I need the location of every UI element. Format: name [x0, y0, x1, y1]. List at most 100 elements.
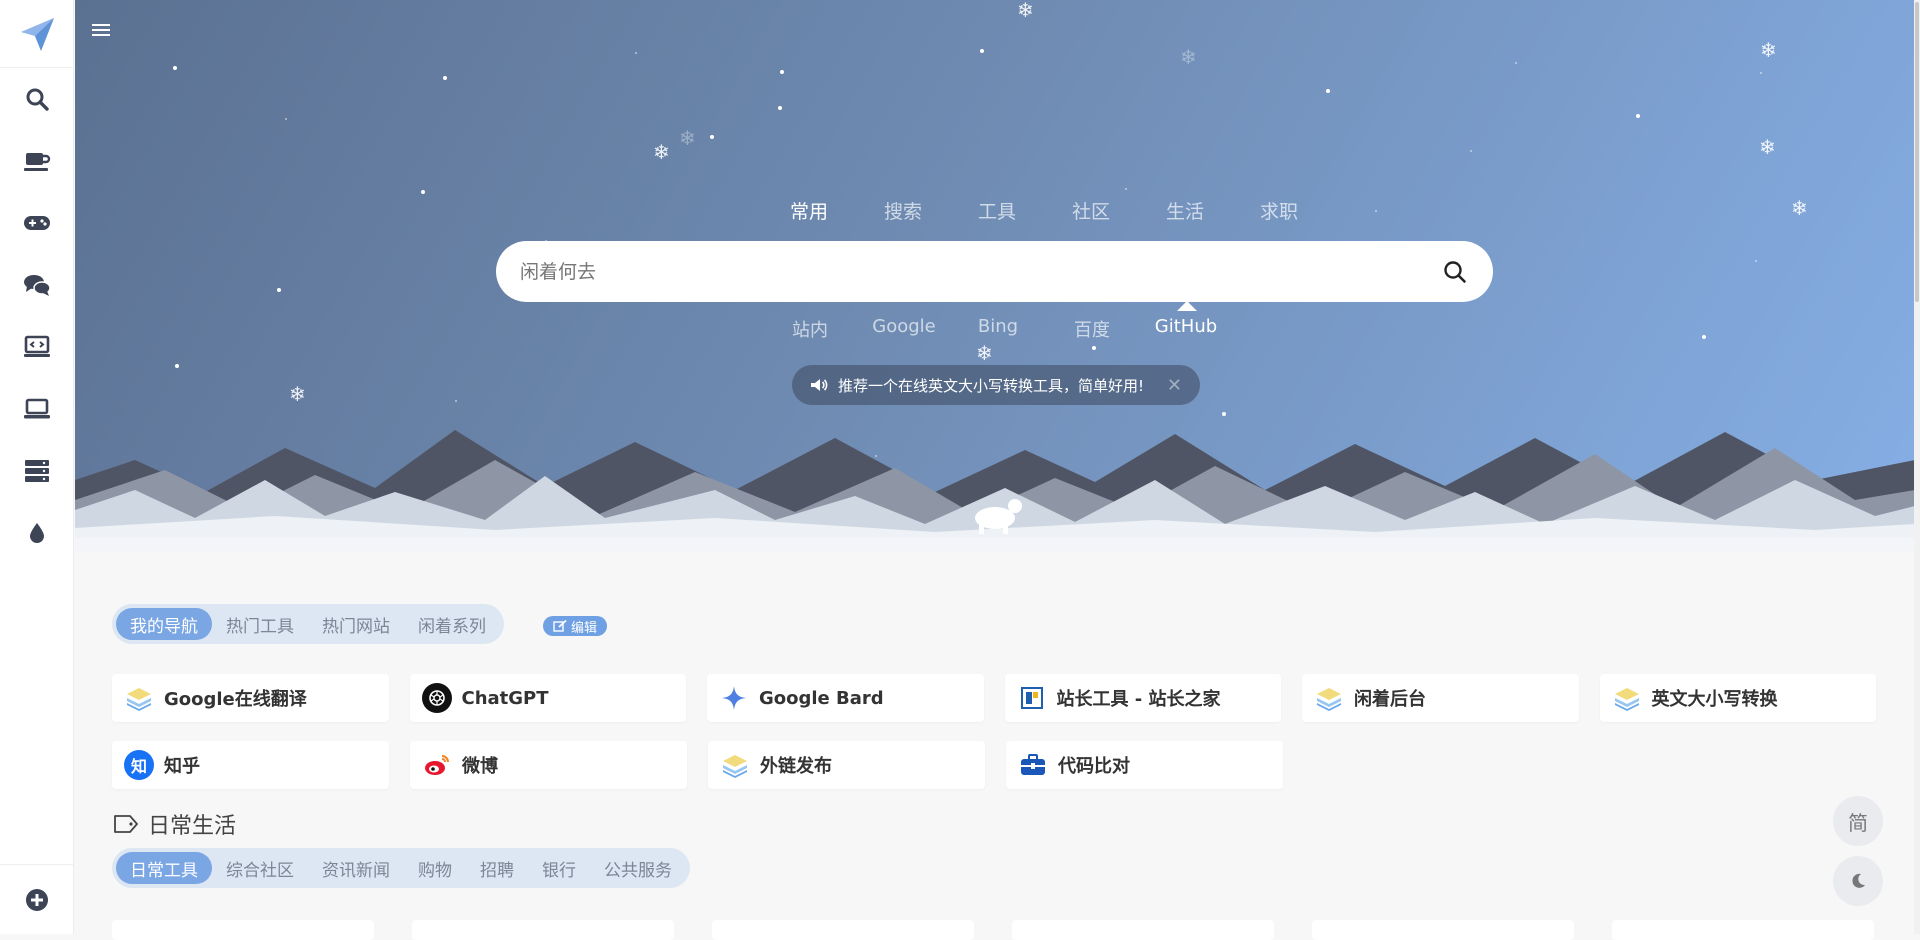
laptop-icon[interactable]	[0, 378, 74, 440]
snowflake-decoration: ❄	[653, 140, 670, 164]
tab-jobs[interactable]: 求职	[1232, 197, 1326, 224]
snowflake-decoration: ❄	[1791, 196, 1808, 220]
tab-recruitment[interactable]: 招聘	[466, 852, 528, 884]
link-card[interactable]	[1312, 920, 1574, 940]
search-engine-tabs: 站内 Google Bing 百度 GitHub	[763, 301, 1233, 342]
link-card-xianzhe-admin[interactable]: 闲着后台	[1302, 674, 1579, 722]
paper-plane-logo[interactable]	[0, 0, 74, 68]
star-decoration	[1702, 335, 1706, 339]
tab-shopping[interactable]: 购物	[404, 852, 466, 884]
link-row: 知 知乎 微博 外链发布 代码比对	[112, 741, 1876, 789]
page-scrollbar[interactable]	[1914, 0, 1920, 934]
search-input[interactable]	[520, 260, 1441, 283]
tab-news[interactable]: 资讯新闻	[308, 852, 404, 884]
tab-tools[interactable]: 工具	[950, 197, 1044, 224]
snowflake-decoration: ❄	[1180, 45, 1197, 69]
tab-bank[interactable]: 银行	[528, 852, 590, 884]
stack-layers-icon	[1314, 683, 1344, 713]
dark-mode-toggle-button[interactable]	[1833, 856, 1883, 906]
link-card-code-diff[interactable]: 代码比对	[1006, 741, 1283, 789]
link-card-weibo[interactable]: 微博	[410, 741, 687, 789]
star-decoration	[421, 190, 425, 194]
water-drop-icon[interactable]	[0, 502, 74, 564]
link-grid: Google在线翻译 ChatGPT Google Bard 站长工具 - 站长…	[112, 674, 1876, 808]
link-name: 知乎	[164, 756, 200, 777]
chat-bubbles-icon[interactable]	[0, 254, 74, 316]
tab-common[interactable]: 常用	[762, 197, 856, 224]
tab-xianzhe-series[interactable]: 闲着系列	[404, 608, 500, 640]
sparkle-icon	[719, 683, 749, 713]
daily-life-tabs: 日常工具 综合社区 资讯新闻 购物 招聘 银行 公共服务	[112, 848, 690, 888]
section-title-text: 日常生活	[148, 814, 237, 839]
link-card-backlink-publish[interactable]: 外链发布	[708, 741, 985, 789]
close-icon[interactable]: ✕	[1167, 375, 1182, 396]
engine-github[interactable]: GitHub	[1139, 301, 1233, 342]
star-decoration	[1092, 346, 1096, 350]
star-decoration	[1375, 210, 1377, 212]
tag-icon	[114, 815, 138, 833]
link-name: 站长工具 - 站长之家	[1056, 689, 1221, 710]
tab-hot-sites[interactable]: 热门网站	[308, 608, 404, 640]
snowflake-decoration: ❄	[1017, 0, 1034, 22]
link-card[interactable]	[1012, 920, 1274, 940]
stack-layers-icon	[720, 750, 750, 780]
star-decoration	[277, 288, 281, 292]
tab-search[interactable]: 搜索	[856, 197, 950, 224]
link-card-case-converter[interactable]: 英文大小写转换	[1599, 674, 1876, 722]
snowflake-decoration: ❄	[289, 382, 306, 406]
link-card[interactable]	[1612, 920, 1874, 940]
tab-general-community[interactable]: 综合社区	[212, 852, 308, 884]
star-decoration	[1755, 260, 1757, 262]
zhihu-icon: 知	[124, 750, 154, 780]
engine-baidu[interactable]: 百度	[1045, 316, 1139, 342]
star-decoration	[175, 364, 179, 368]
tab-hot-tools[interactable]: 热门工具	[212, 608, 308, 640]
link-card[interactable]	[412, 920, 674, 940]
server-icon[interactable]	[0, 440, 74, 502]
tab-community[interactable]: 社区	[1044, 197, 1138, 224]
link-card-zhihu[interactable]: 知 知乎	[112, 741, 389, 789]
hamburger-menu-icon[interactable]	[91, 22, 111, 42]
engine-google[interactable]: Google	[857, 316, 951, 342]
search-button[interactable]	[1441, 258, 1469, 286]
star-decoration	[443, 76, 447, 80]
link-card-google-bard[interactable]: Google Bard	[707, 674, 984, 722]
tab-public-services[interactable]: 公共服务	[590, 852, 686, 884]
snowflake-decoration: ❄	[976, 341, 993, 365]
link-card[interactable]	[712, 920, 974, 940]
star-decoration	[1470, 150, 1472, 152]
stack-layers-icon	[124, 683, 154, 713]
tab-life[interactable]: 生活	[1138, 197, 1232, 224]
search-box	[496, 241, 1493, 302]
announcement-bar[interactable]: 推荐一个在线英文大小写转换工具，简单好用! ✕	[792, 365, 1200, 405]
link-name: ChatGPT	[461, 687, 549, 709]
link-card-chatgpt[interactable]: ChatGPT	[409, 674, 686, 722]
link-name: 代码比对	[1058, 756, 1130, 777]
sidebar	[0, 0, 74, 934]
star-decoration	[173, 66, 177, 70]
code-monitor-icon[interactable]	[0, 316, 74, 378]
plus-circle-icon[interactable]	[0, 864, 74, 934]
link-row: Google在线翻译 ChatGPT Google Bard 站长工具 - 站长…	[112, 674, 1876, 722]
moon-icon	[1852, 873, 1865, 888]
star-decoration	[635, 52, 637, 54]
link-name: 闲着后台	[1354, 689, 1426, 710]
link-name: Google Bard	[759, 687, 884, 709]
gamepad-icon[interactable]	[0, 192, 74, 254]
star-decoration	[980, 49, 984, 53]
search-icon[interactable]	[0, 68, 74, 130]
engine-site[interactable]: 站内	[763, 316, 857, 342]
link-card[interactable]	[112, 920, 374, 940]
scrollbar-thumb[interactable]	[1915, 2, 1919, 302]
tab-daily-tools[interactable]: 日常工具	[116, 852, 212, 884]
coffee-cup-icon[interactable]	[0, 130, 74, 192]
category-tabs: 常用 搜索 工具 社区 生活 求职	[762, 197, 1326, 224]
engine-bing[interactable]: Bing	[951, 316, 1045, 342]
edit-button[interactable]: 编辑	[543, 616, 608, 636]
link-card-chinaz[interactable]: 站长工具 - 站长之家	[1004, 674, 1281, 722]
link-card-google-translate[interactable]: Google在线翻译	[112, 674, 389, 722]
tab-my-nav[interactable]: 我的导航	[116, 608, 212, 640]
search-icon	[1444, 260, 1466, 283]
hero-banner: ❄ ❄ ❄ ❄ ❄ ❄ ❄ ❄ ❄ 常用 搜索 工具 社区 生活 求职 站内 G…	[75, 0, 1915, 552]
language-toggle-button[interactable]: 简	[1833, 796, 1883, 846]
